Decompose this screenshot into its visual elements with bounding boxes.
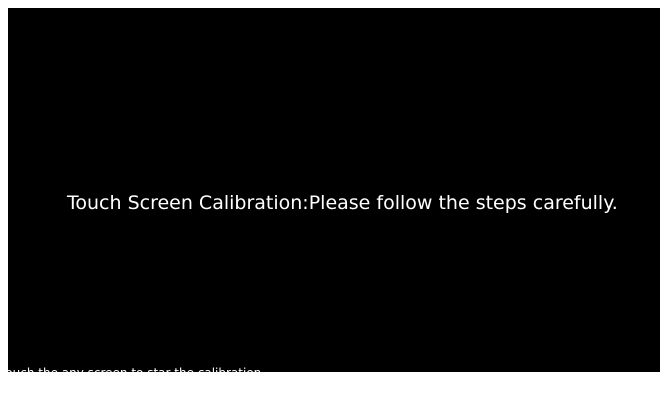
calibration-title: Touch Screen Calibration:Please follow t… — [67, 192, 618, 214]
calibration-instruction: Touch the any screen to star the calibra… — [0, 366, 266, 380]
calibration-screen[interactable]: Touch Screen Calibration:Please follow t… — [8, 8, 660, 372]
